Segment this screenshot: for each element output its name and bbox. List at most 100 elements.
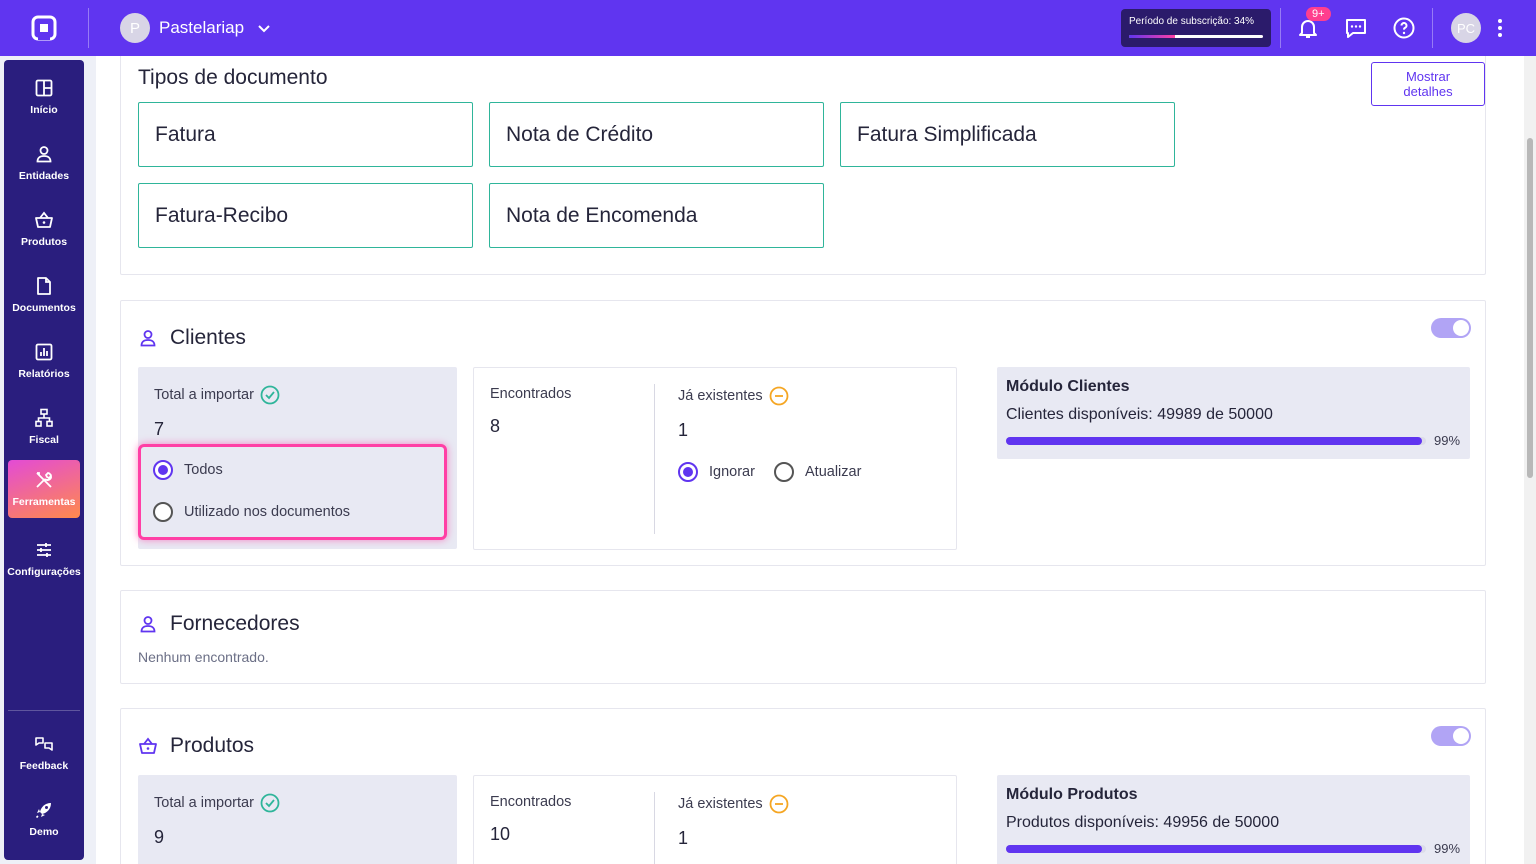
clientes-card: Clientes Total a importar 7 Todos Utiliz… [120, 300, 1486, 566]
user-icon [140, 330, 156, 347]
sidebar-item-label: Documentos [12, 302, 76, 314]
radio-label: Utilizado nos documentos [184, 504, 351, 520]
module-percent: 99% [1434, 433, 1461, 448]
radio-button-selected[interactable] [678, 462, 698, 482]
module-progress [1006, 437, 1426, 445]
total-value: 9 [154, 827, 165, 847]
minus-circle-icon [769, 386, 789, 406]
basket-icon [139, 737, 157, 754]
fornecedores-card: Fornecedores Nenhum encontrado. [120, 590, 1486, 684]
sidebar-item-label: Entidades [18, 170, 70, 182]
radio-label: Ignorar [709, 464, 755, 480]
radio-label: Atualizar [805, 464, 862, 480]
document-icon [37, 277, 51, 295]
progress-fill [1006, 437, 1422, 445]
show-details-button[interactable]: Mostrar detalhes [1371, 62, 1485, 106]
sidebar-item-label: Início [30, 104, 58, 116]
rocket-icon [35, 803, 51, 819]
user-avatar[interactable]: PC [1451, 13, 1481, 43]
clientes-module-tile: Módulo Clientes Clientes disponíveis: 49… [997, 367, 1470, 459]
document-type-tile[interactable]: Nota de Encomenda [489, 183, 824, 248]
sidebar-item-entidades[interactable]: Entidades [8, 134, 80, 192]
more-vertical-icon[interactable] [1488, 16, 1512, 40]
radio-todos[interactable]: Todos [153, 460, 223, 480]
sidebar-item-label: Feedback [19, 760, 69, 772]
divider [8, 710, 80, 711]
found-label: Encontrados [490, 386, 572, 402]
radio-button[interactable] [774, 462, 794, 482]
sidebar-item-ferramentas[interactable]: Ferramentas [8, 460, 80, 518]
user-icon [36, 146, 52, 163]
basket-icon [35, 211, 53, 228]
radio-ignorar[interactable]: Ignorar [678, 462, 755, 482]
radio-button[interactable] [153, 502, 173, 522]
radio-button-selected[interactable] [153, 460, 173, 480]
notification-badge: 9+ [1306, 7, 1331, 21]
divider [654, 792, 655, 864]
document-types-title: Tipos de documento [138, 66, 328, 89]
sidebar-item-label: Configurações [7, 566, 81, 578]
user-icon [140, 616, 156, 633]
check-circle-icon [260, 385, 280, 405]
existing-label: Já existentes [678, 388, 763, 404]
clientes-title: Clientes [138, 326, 246, 350]
sidebar-item-label: Fiscal [29, 434, 59, 446]
radio-label: Todos [184, 462, 223, 478]
subscription-progress [1129, 35, 1263, 38]
total-value: 7 [154, 419, 165, 439]
feedback-icon [35, 737, 53, 751]
document-type-tile[interactable]: Nota de Crédito [489, 102, 824, 167]
module-percent: 99% [1434, 841, 1461, 856]
found-value: 10 [490, 824, 511, 844]
highlight-box [138, 444, 447, 540]
sidebar-item-fiscal[interactable]: Fiscal [8, 398, 80, 456]
fornecedores-title: Fornecedores [138, 612, 300, 636]
toggle-knob [1453, 728, 1469, 744]
app-logo-icon[interactable] [30, 14, 58, 42]
sidebar-item-produtos[interactable]: Produtos [8, 200, 80, 258]
sidebar-item-label: Produtos [20, 236, 68, 248]
module-title: Módulo Produtos [1006, 786, 1138, 803]
document-type-tile[interactable]: Fatura [138, 102, 473, 167]
divider [1432, 8, 1433, 48]
module-text: Produtos disponíveis: 49956 de 50000 [1006, 814, 1280, 831]
produtos-module-tile: Módulo Produtos Produtos disponíveis: 49… [997, 775, 1470, 864]
chat-icon[interactable] [1344, 16, 1368, 40]
chart-icon [35, 343, 53, 361]
help-icon[interactable] [1392, 16, 1416, 40]
produtos-found-tile: Encontrados 10 Já existentes 1 [473, 775, 957, 864]
top-bar: P Pastelariap Período de subscrição: 34%… [0, 0, 1536, 56]
radio-utilizado[interactable]: Utilizado nos documentos [153, 502, 350, 522]
sidebar-item-inicio[interactable]: Início [8, 68, 80, 126]
sidebar-item-demo[interactable]: Demo [8, 790, 80, 848]
module-title: Módulo Clientes [1006, 378, 1130, 395]
radio-atualizar[interactable]: Atualizar [774, 462, 861, 482]
progress-fill [1006, 845, 1422, 853]
sidebar-item-configuracoes[interactable]: Configurações [7, 530, 81, 588]
clientes-toggle[interactable] [1431, 318, 1471, 338]
scrollbar-thumb[interactable] [1527, 138, 1533, 478]
existing-label-wrap: Já existentes [678, 794, 789, 814]
main-content: Tipos de documento Mostrar detalhes Fatu… [96, 56, 1524, 864]
module-progress [1006, 845, 1426, 853]
scrollbar[interactable] [1524, 56, 1536, 864]
produtos-title: Produtos [138, 734, 254, 758]
existing-value: 1 [678, 420, 689, 440]
document-type-tile[interactable]: Fatura Simplificada [840, 102, 1175, 167]
produtos-card: Produtos Total a importar 9 Encontrados … [120, 708, 1486, 864]
existing-value: 1 [678, 828, 689, 848]
total-to-import: Total a importar [154, 793, 280, 813]
sidebar-item-documentos[interactable]: Documentos [8, 266, 80, 324]
company-selector[interactable]: P Pastelariap [120, 13, 271, 43]
fornecedores-title-text: Fornecedores [170, 612, 300, 635]
document-type-tile[interactable]: Fatura-Recibo [138, 183, 473, 248]
sidebar-item-feedback[interactable]: Feedback [8, 724, 80, 782]
existing-label-wrap: Já existentes [678, 386, 789, 406]
sidebar: Início Entidades Produtos Documentos Rel… [4, 60, 84, 860]
subscription-period[interactable]: Período de subscrição: 34% [1121, 9, 1271, 47]
clientes-title-text: Clientes [170, 326, 246, 349]
total-label: Total a importar [154, 795, 254, 811]
sidebar-item-relatorios[interactable]: Relatórios [8, 332, 80, 390]
produtos-toggle[interactable] [1431, 726, 1471, 746]
module-text: Clientes disponíveis: 49989 de 50000 [1006, 406, 1273, 423]
